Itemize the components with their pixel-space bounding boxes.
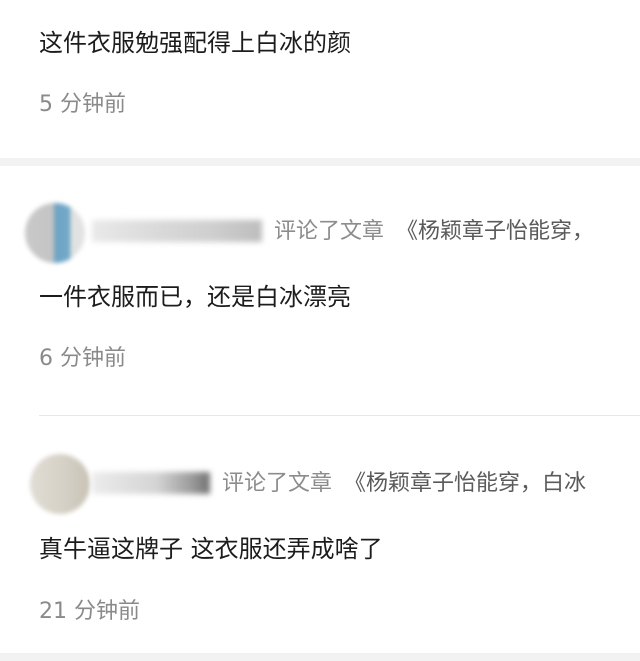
comment-text: 真牛逼这牌子 这衣服还弄成啥了 bbox=[39, 535, 383, 563]
comment-time: 6 分钟前 bbox=[39, 346, 126, 371]
avatar[interactable] bbox=[25, 203, 85, 263]
username-blurred[interactable] bbox=[92, 472, 210, 494]
article-link[interactable]: 《杨颖章子怡能穿，白冰 bbox=[344, 471, 586, 496]
comment-time: 21 分钟前 bbox=[39, 599, 140, 624]
comment-card: 评论了文章 《杨颖章子怡能穿， 一件衣服而已，还是白冰漂亮 6 分钟前 评论了文章… bbox=[0, 166, 640, 653]
comment-time: 5 分钟前 bbox=[39, 92, 126, 117]
comment-action: 评论了文章 bbox=[274, 219, 385, 244]
comment-card: 这件衣服勉强配得上白冰的颜 5 分钟前 bbox=[0, 0, 640, 158]
avatar[interactable] bbox=[30, 454, 90, 514]
comment-meta: 评论了文章 《杨颖章子怡能穿， bbox=[274, 219, 640, 245]
comment-action: 评论了文章 bbox=[222, 471, 333, 496]
comment-text: 这件衣服勉强配得上白冰的颜 bbox=[39, 29, 351, 57]
comment-meta: 评论了文章 《杨颖章子怡能穿，白冰 bbox=[222, 471, 640, 497]
comment-feed: 这件衣服勉强配得上白冰的颜 5 分钟前 评论了文章 《杨颖章子怡能穿， 一件衣服而… bbox=[0, 0, 640, 661]
comment-text: 一件衣服而已，还是白冰漂亮 bbox=[39, 283, 351, 311]
article-link[interactable]: 《杨颖章子怡能穿， bbox=[396, 219, 594, 244]
username-blurred[interactable] bbox=[92, 220, 262, 242]
divider bbox=[39, 415, 640, 416]
